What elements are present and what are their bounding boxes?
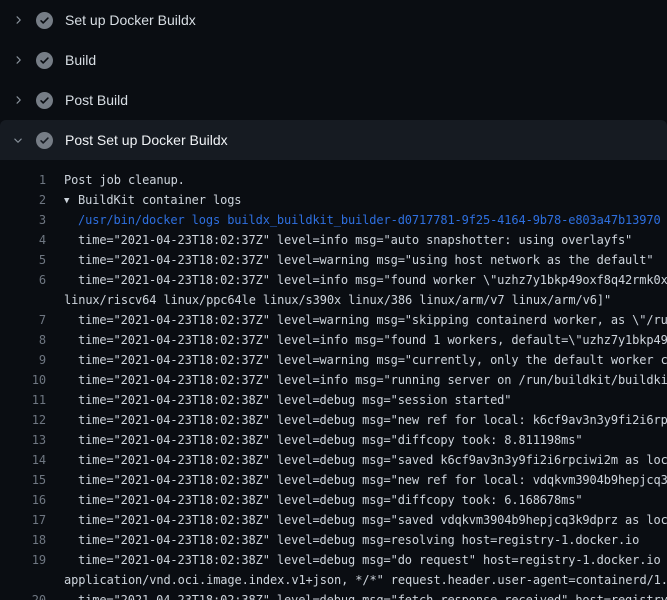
log-line-text: time="2021-04-23T18:02:38Z" level=debug … — [78, 550, 667, 570]
log-line: 11 time="2021-04-23T18:02:38Z" level=deb… — [0, 390, 667, 410]
step-row-2[interactable]: Build — [0, 40, 667, 80]
log-line-number[interactable]: 6 — [0, 270, 46, 290]
log-line-number[interactable]: 15 — [0, 470, 46, 490]
log-line-text: time="2021-04-23T18:02:37Z" level=info m… — [78, 370, 667, 390]
log-line-text: time="2021-04-23T18:02:37Z" level=info m… — [78, 270, 667, 290]
log-line: 14 time="2021-04-23T18:02:38Z" level=deb… — [0, 450, 667, 470]
log-line: 6 time="2021-04-23T18:02:37Z" level=info… — [0, 270, 667, 290]
log-line-number[interactable]: 2 — [0, 190, 46, 210]
log-line-text: Post job cleanup. — [64, 170, 185, 190]
log-line: 7 time="2021-04-23T18:02:37Z" level=warn… — [0, 310, 667, 330]
log-line-text: time="2021-04-23T18:02:37Z" level=warnin… — [78, 250, 653, 270]
log-line-number[interactable]: 1 — [0, 170, 46, 190]
log-line-number[interactable]: 20 — [0, 590, 46, 600]
log-line-number[interactable]: 16 — [0, 490, 46, 510]
log-line-text: time="2021-04-23T18:02:38Z" level=debug … — [78, 450, 667, 470]
log-line-text: time="2021-04-23T18:02:38Z" level=debug … — [78, 410, 667, 430]
log-line-number[interactable]: 18 — [0, 530, 46, 550]
log-line: 2 ▼BuildKit container logs — [0, 190, 667, 210]
log-line-text: ▼BuildKit container logs — [64, 190, 241, 210]
log-line-number[interactable]: 3 — [0, 210, 46, 230]
step-title: Set up Docker Buildx — [65, 12, 196, 28]
log-line: 3 /usr/bin/docker logs buildx_buildkit_b… — [0, 210, 667, 230]
step-row-3[interactable]: Post Build — [0, 80, 667, 120]
check-circle-icon — [36, 12, 53, 29]
log-line-text: linux/riscv64 linux/ppc64le linux/s390x … — [64, 290, 611, 310]
log-line-text: time="2021-04-23T18:02:37Z" level=info m… — [78, 230, 632, 250]
check-circle-icon — [36, 52, 53, 69]
log-line: 18 time="2021-04-23T18:02:38Z" level=deb… — [0, 530, 667, 550]
log-line: linux/riscv64 linux/ppc64le linux/s390x … — [0, 290, 667, 310]
log-line: 12 time="2021-04-23T18:02:38Z" level=deb… — [0, 410, 667, 430]
log-line-text: time="2021-04-23T18:02:38Z" level=debug … — [78, 470, 667, 490]
log-line-number[interactable]: 7 — [0, 310, 46, 330]
log-line-text: /usr/bin/docker logs buildx_buildkit_bui… — [78, 210, 661, 230]
step-title: Post Set up Docker Buildx — [65, 132, 228, 148]
log-line-text: time="2021-04-23T18:02:37Z" level=warnin… — [78, 310, 667, 330]
chevron-icon — [11, 54, 24, 67]
log-line: 17 time="2021-04-23T18:02:38Z" level=deb… — [0, 510, 667, 530]
log-line: 10 time="2021-04-23T18:02:37Z" level=inf… — [0, 370, 667, 390]
chevron-icon — [11, 94, 24, 107]
log-line: 19 time="2021-04-23T18:02:38Z" level=deb… — [0, 550, 667, 570]
log-line-number[interactable]: 10 — [0, 370, 46, 390]
log-line-text: time="2021-04-23T18:02:38Z" level=debug … — [78, 590, 667, 600]
log-line: application/vnd.oci.image.index.v1+json,… — [0, 570, 667, 590]
log-line-text: application/vnd.oci.image.index.v1+json,… — [64, 570, 667, 590]
log-line: 4 time="2021-04-23T18:02:37Z" level=info… — [0, 230, 667, 250]
step-row-1[interactable]: Set up Docker Buildx — [0, 0, 667, 40]
log-line: 16 time="2021-04-23T18:02:38Z" level=deb… — [0, 490, 667, 510]
chevron-icon — [11, 14, 24, 27]
log-line-number[interactable]: 13 — [0, 430, 46, 450]
log-line-text: time="2021-04-23T18:02:37Z" level=warnin… — [78, 350, 667, 370]
step-list: Set up Docker Buildx Build Post Build — [0, 0, 667, 160]
log-line-text: time="2021-04-23T18:02:38Z" level=debug … — [78, 490, 582, 510]
log-line-number[interactable]: 14 — [0, 450, 46, 470]
step-title: Post Build — [65, 92, 128, 108]
log-line: 1 Post job cleanup. — [0, 170, 667, 190]
step-row-4[interactable]: Post Set up Docker Buildx — [0, 120, 667, 160]
check-circle-icon — [36, 132, 53, 149]
log-line-text: time="2021-04-23T18:02:38Z" level=debug … — [78, 430, 582, 450]
log-line-text: time="2021-04-23T18:02:38Z" level=debug … — [78, 510, 667, 530]
log-line-number[interactable]: 12 — [0, 410, 46, 430]
log-line-number[interactable]: 11 — [0, 390, 46, 410]
log-line: 15 time="2021-04-23T18:02:38Z" level=deb… — [0, 470, 667, 490]
log-area: 1 Post job cleanup. 2 ▼BuildKit containe… — [0, 160, 667, 600]
log-line-number[interactable]: 19 — [0, 550, 46, 570]
log-line: 9 time="2021-04-23T18:02:37Z" level=warn… — [0, 350, 667, 370]
group-expander-icon[interactable]: ▼ — [64, 191, 78, 210]
log-line: 8 time="2021-04-23T18:02:37Z" level=info… — [0, 330, 667, 350]
log-line-text: time="2021-04-23T18:02:37Z" level=info m… — [78, 330, 667, 350]
log-line-number[interactable]: 17 — [0, 510, 46, 530]
check-circle-icon — [36, 92, 53, 109]
log-line-text: time="2021-04-23T18:02:38Z" level=debug … — [78, 390, 511, 410]
actions-log-viewer: Set up Docker Buildx Build Post Build — [0, 0, 667, 600]
log-line-number[interactable]: 8 — [0, 330, 46, 350]
log-line-number[interactable]: 4 — [0, 230, 46, 250]
log-line: 20 time="2021-04-23T18:02:38Z" level=deb… — [0, 590, 667, 600]
step-title: Build — [65, 52, 96, 68]
log-line-number[interactable] — [0, 570, 46, 590]
log-line-number[interactable] — [0, 290, 46, 310]
chevron-icon — [11, 134, 24, 147]
log-line-number[interactable]: 5 — [0, 250, 46, 270]
log-line-text: time="2021-04-23T18:02:38Z" level=debug … — [78, 530, 639, 550]
log-line-number[interactable]: 9 — [0, 350, 46, 370]
log-line: 13 time="2021-04-23T18:02:38Z" level=deb… — [0, 430, 667, 450]
log-line: 5 time="2021-04-23T18:02:37Z" level=warn… — [0, 250, 667, 270]
